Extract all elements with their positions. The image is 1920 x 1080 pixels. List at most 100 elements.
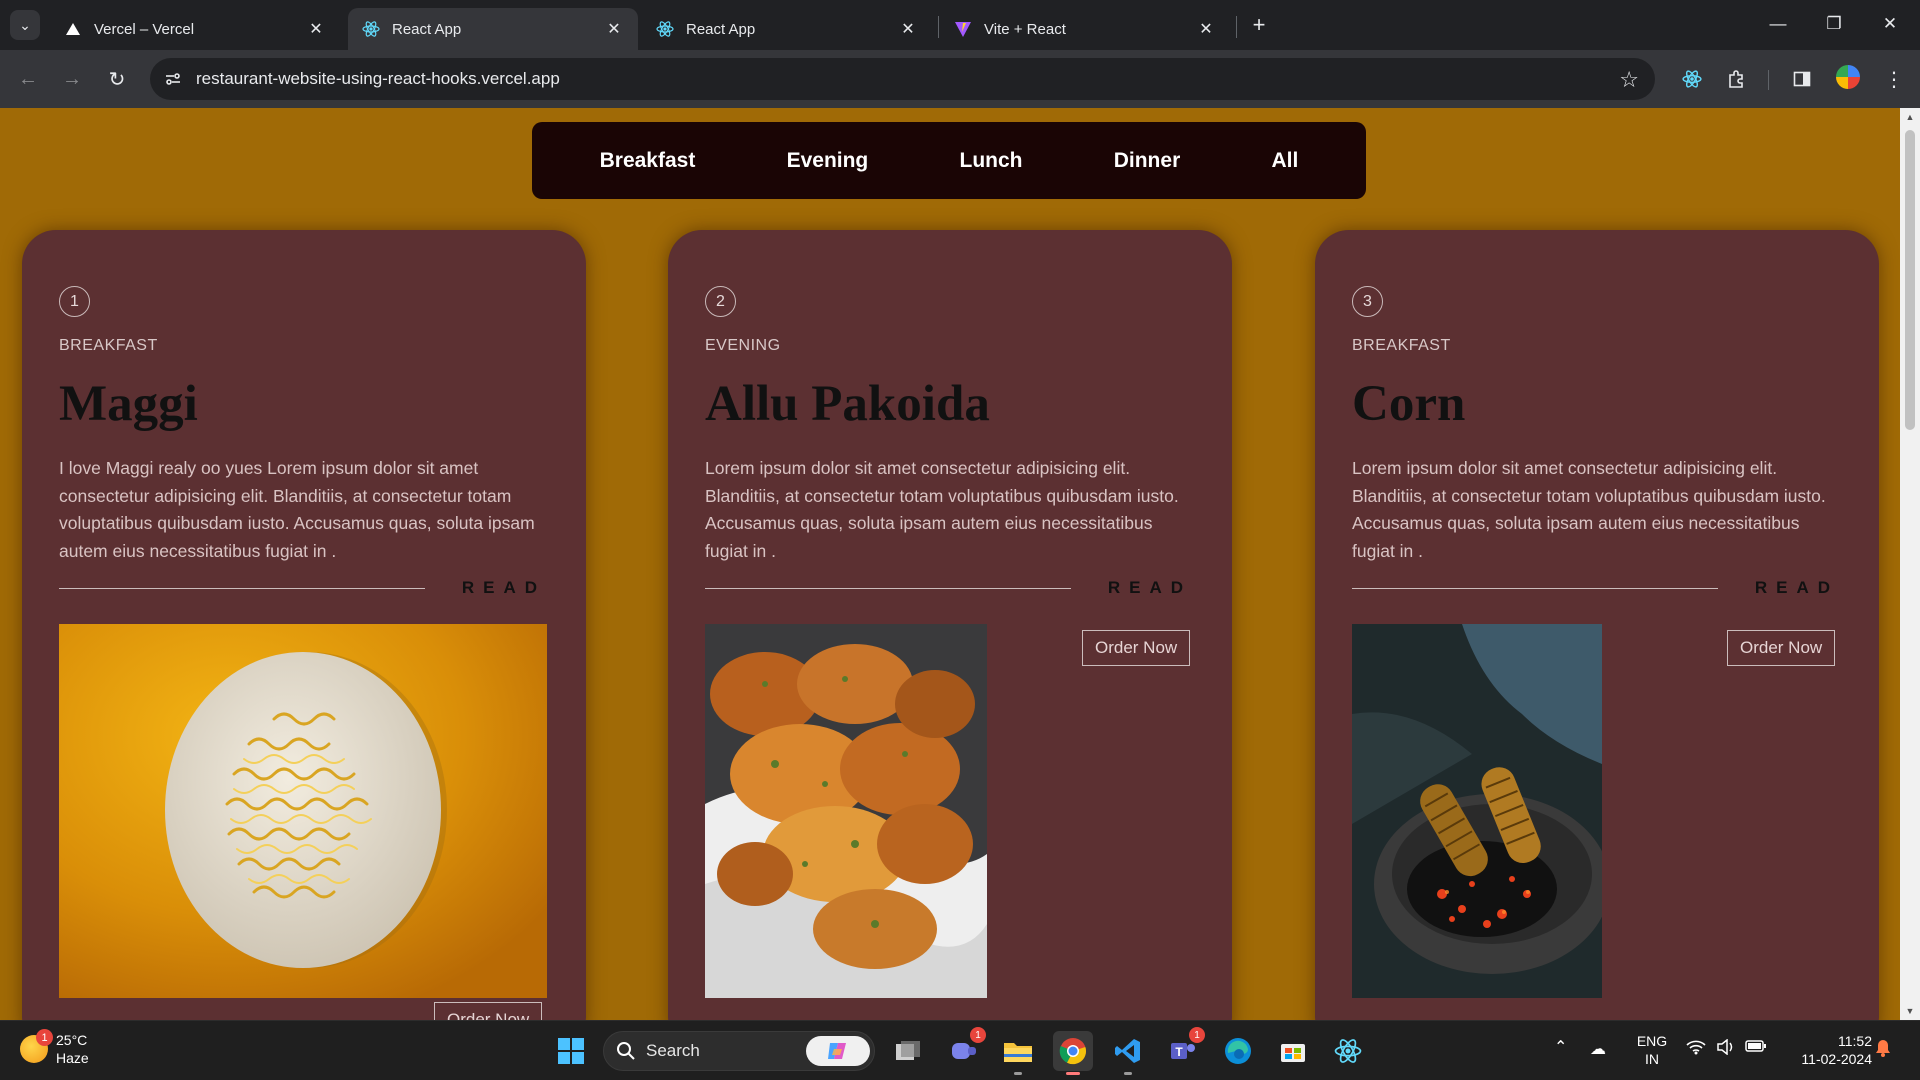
language-code: ENG (1636, 1033, 1668, 1049)
weather-temp: 25°C (56, 1032, 88, 1048)
order-now-button[interactable]: Order Now (1727, 630, 1836, 666)
windows-taskbar: 1 25°C Haze Search 1 T 1 ⌃ ☁ ENG IN 11:5… (0, 1020, 1920, 1080)
menu-item-evening[interactable]: Evening (767, 141, 889, 181)
toolbar-separator (1768, 70, 1769, 90)
store-icon (1281, 1044, 1305, 1062)
tab-react-app-active[interactable]: React App ✕ (348, 8, 638, 50)
tab-separator (1236, 16, 1237, 38)
taskbar-search[interactable]: Search (603, 1031, 875, 1071)
page-viewport: Breakfast Evening Lunch Dinner All 1 BRE… (0, 108, 1900, 1020)
volume-icon[interactable] (1716, 1038, 1736, 1060)
site-settings-icon[interactable] (160, 66, 186, 92)
order-now-button[interactable]: Order Now (434, 1002, 543, 1020)
card-description: I love Maggi realy oo yues Lorem ipsum d… (59, 458, 535, 561)
forward-button[interactable]: → (56, 63, 88, 95)
folder-icon (1004, 1043, 1032, 1062)
chevron-down-icon: ⌄ (19, 16, 31, 33)
react-devtools-app[interactable] (1328, 1031, 1368, 1071)
order-now-button[interactable]: Order Now (1082, 630, 1191, 666)
address-bar[interactable]: restaurant-website-using-react-hooks.ver… (150, 58, 1655, 100)
card-divider (1352, 588, 1718, 589)
tab-search-button[interactable]: ⌄ (10, 10, 40, 40)
side-panel-icon[interactable] (1787, 64, 1817, 94)
restore-icon: ❐ (1826, 14, 1842, 33)
scroll-down-arrow-icon[interactable]: ▼ (1900, 1002, 1920, 1020)
menu-card-corn: 3 BREAKFAST Corn Lorem ipsum dolor sit a… (1315, 230, 1879, 1020)
weather-widget[interactable]: 1 25°C Haze (20, 1029, 89, 1067)
close-tab-icon[interactable]: ✕ (1196, 19, 1216, 39)
scroll-up-arrow-icon[interactable]: ▲ (1900, 108, 1920, 126)
close-tab-icon[interactable]: ✕ (604, 19, 624, 39)
card-number: 1 (59, 286, 90, 317)
close-tab-icon[interactable]: ✕ (898, 19, 918, 39)
reload-button[interactable]: ↻ (101, 63, 133, 95)
teams-meet-app[interactable]: 1 (944, 1027, 986, 1071)
tab-separator (938, 16, 939, 38)
vite-icon (954, 20, 972, 38)
vscode-app[interactable] (1108, 1031, 1148, 1075)
file-explorer-app[interactable] (998, 1031, 1038, 1075)
chrome-icon (1059, 1038, 1086, 1065)
react-icon (362, 20, 380, 38)
browser-toolbar: ← → ↻ restaurant-website-using-react-hoo… (0, 50, 1920, 108)
windows-logo-icon (558, 1038, 584, 1064)
react-icon (1334, 1039, 1362, 1063)
restore-button[interactable]: ❐ (1806, 0, 1862, 48)
clock-time: 11:52 (1838, 1033, 1872, 1049)
clock[interactable]: 11:52 11-02-2024 (1782, 1032, 1872, 1068)
read-link[interactable]: READ (1755, 578, 1839, 598)
bookmark-star-icon[interactable]: ☆ (1619, 67, 1639, 93)
tab-title: Vercel – Vercel (94, 20, 195, 38)
menu-item-dinner[interactable]: Dinner (1094, 141, 1201, 181)
card-divider (59, 588, 425, 589)
kebab-menu-icon[interactable]: ⋮ (1879, 64, 1909, 94)
read-link[interactable]: READ (462, 578, 546, 598)
tab-title: React App (686, 20, 756, 38)
notification-badge: 1 (1189, 1027, 1205, 1043)
chrome-app[interactable] (1053, 1031, 1093, 1075)
battery-icon[interactable] (1745, 1039, 1767, 1058)
react-devtools-extension-icon[interactable] (1677, 64, 1707, 94)
new-tab-button[interactable]: + (1244, 10, 1274, 40)
tab-vite-react[interactable]: Vite + React ✕ (940, 8, 1230, 50)
teams-app[interactable]: T 1 (1163, 1027, 1205, 1071)
notification-badge: 1 (970, 1027, 986, 1043)
extensions-puzzle-icon[interactable] (1722, 64, 1752, 94)
chevron-up-icon[interactable]: ⌃ (1554, 1037, 1567, 1057)
menu-card-allu-pakoida: 2 EVENING Allu Pakoida Lorem ipsum dolor… (668, 230, 1232, 1020)
task-view-button[interactable] (888, 1031, 928, 1071)
edge-icon (1225, 1038, 1251, 1064)
search-icon (616, 1041, 636, 1061)
edge-app[interactable] (1218, 1031, 1258, 1071)
tab-strip: ⌄ Vercel – Vercel ✕ React App ✕ React Ap… (0, 0, 1920, 50)
weather-haze-icon: 1 (20, 1029, 53, 1063)
category-menu: Breakfast Evening Lunch Dinner All (532, 122, 1366, 199)
close-tab-icon[interactable]: ✕ (306, 19, 326, 39)
search-label: Search (646, 1041, 700, 1060)
minimize-button[interactable]: — (1750, 0, 1806, 48)
minimize-icon: — (1769, 14, 1787, 33)
read-link[interactable]: READ (1108, 578, 1192, 598)
back-button[interactable]: ← (12, 63, 44, 95)
maggi-photo (59, 624, 547, 998)
menu-item-lunch[interactable]: Lunch (940, 141, 1043, 181)
start-button[interactable] (551, 1031, 591, 1071)
card-category: BREAKFAST (59, 337, 158, 354)
tab-react-app[interactable]: React App ✕ (642, 8, 932, 50)
profile-avatar[interactable] (1836, 65, 1860, 89)
tab-vercel[interactable]: Vercel – Vercel ✕ (50, 8, 340, 50)
copilot-icon[interactable] (806, 1036, 870, 1066)
menu-item-all[interactable]: All (1251, 141, 1318, 181)
task-view-icon (896, 1041, 920, 1060)
notification-bell-icon[interactable] (1875, 1039, 1891, 1062)
language-indicator[interactable]: ENG IN (1634, 1032, 1670, 1068)
wifi-icon[interactable] (1686, 1039, 1706, 1060)
microsoft-store-app[interactable] (1273, 1031, 1313, 1071)
close-window-button[interactable]: ✕ (1862, 0, 1918, 48)
react-icon (656, 20, 674, 38)
page-scrollbar[interactable]: ▲ ▼ (1900, 108, 1920, 1020)
onedrive-cloud-icon[interactable]: ☁ (1590, 1039, 1606, 1059)
menu-item-breakfast[interactable]: Breakfast (580, 141, 716, 181)
card-description: Lorem ipsum dolor sit amet consectetur a… (705, 458, 1179, 561)
scrollbar-thumb[interactable] (1905, 130, 1915, 430)
